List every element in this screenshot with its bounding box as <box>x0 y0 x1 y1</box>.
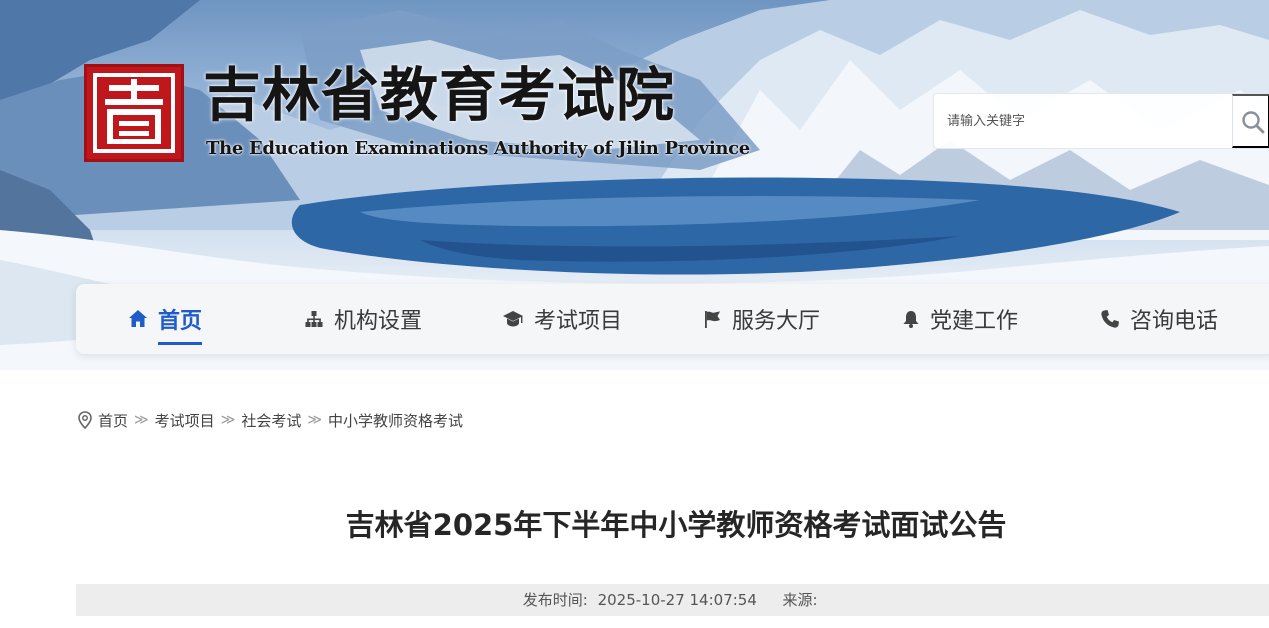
flag-icon <box>705 311 720 328</box>
breadcrumb: 首页 ≫ 考试项目 ≫ 社会考试 ≫ 中小学教师资格考试 <box>78 409 463 431</box>
article-meta: 发布时间: 2025-10-27 14:07:54 来源: <box>76 584 1269 616</box>
nav-label: 考试项目 <box>534 309 623 334</box>
nav-item-party-building[interactable]: 党建工作 <box>902 284 1018 354</box>
nav-item-exams[interactable]: 考试项目 <box>502 284 622 354</box>
published-label: 发布时间: <box>522 591 588 609</box>
nav-label: 党建工作 <box>930 309 1019 334</box>
site-subtitle: The Education Examinations Authority of … <box>206 138 750 159</box>
breadcrumb-separator-icon: ≫ <box>220 412 236 428</box>
search-button[interactable] <box>1232 94 1269 148</box>
source-label: 来源: <box>782 591 818 609</box>
nav-item-home[interactable]: 首页 <box>128 284 203 354</box>
nav-label: 机构设置 <box>334 309 423 334</box>
site-title: 吉林省教育考试院 <box>203 61 676 129</box>
nav-item-services[interactable]: 服务大厅 <box>702 284 820 354</box>
home-icon <box>129 310 147 327</box>
logo-seal-icon <box>84 64 184 162</box>
nav-label: 首页 <box>158 303 203 345</box>
org-chart-icon <box>305 311 323 327</box>
breadcrumb-separator-icon: ≫ <box>134 412 149 428</box>
search-icon <box>1242 111 1265 134</box>
breadcrumb-home[interactable]: 首页 <box>98 410 128 431</box>
breadcrumb-teacher-qualification[interactable]: 中小学教师资格考试 <box>328 410 463 431</box>
location-pin-icon <box>78 411 92 429</box>
graduation-cap-icon <box>503 311 523 327</box>
main-nav: 首页 机构设置 考试项目 服务大厅 党建工作 咨询电话 <box>76 284 1269 354</box>
nav-label: 咨询电话 <box>1130 309 1219 334</box>
phone-icon <box>1101 310 1119 328</box>
search-input[interactable] <box>934 94 1232 148</box>
bell-icon <box>903 311 919 328</box>
published-time: 2025-10-27 14:07:54 <box>597 591 757 609</box>
breadcrumb-separator-icon: ≫ <box>307 412 322 428</box>
search-box <box>933 93 1269 149</box>
nav-item-organization[interactable]: 机构设置 <box>304 284 422 354</box>
breadcrumb-exams[interactable]: 考试项目 <box>155 410 215 431</box>
nav-label: 服务大厅 <box>732 309 821 334</box>
nav-item-hotline[interactable]: 咨询电话 <box>1100 284 1218 354</box>
breadcrumb-social-exams[interactable]: 社会考试 <box>241 410 301 431</box>
article-title: 吉林省2025年下半年中小学教师资格考试面试公告 <box>345 508 1007 542</box>
